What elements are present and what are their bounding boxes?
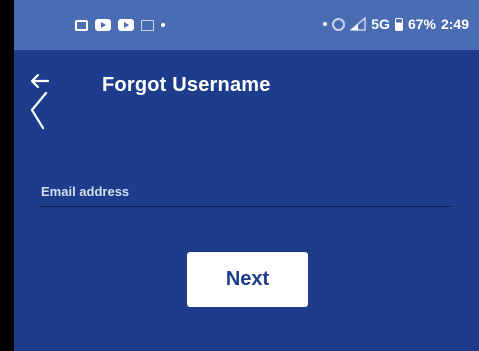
data-saver-icon: [332, 17, 346, 31]
status-time: 2:49: [440, 16, 469, 32]
email-field-underline: [41, 206, 452, 207]
network-type: 5G: [371, 16, 390, 32]
app-bar: Forgot Username: [14, 50, 479, 130]
notification-dot-icon: [323, 22, 328, 26]
youtube-icon: [95, 19, 111, 31]
battery-percent: 67%: [407, 16, 436, 32]
back-button[interactable]: [22, 68, 56, 130]
back-arrow-icon: [30, 73, 50, 130]
page-title: Forgot Username: [102, 74, 271, 96]
status-system-icons: 5G 67% 2:49: [323, 14, 469, 34]
message-icon: [75, 19, 88, 31]
youtube-icon: [118, 19, 134, 31]
gmail-icon: [141, 19, 154, 31]
notification-dot-icon: [161, 23, 165, 27]
battery-icon: [394, 17, 403, 31]
forgot-username-screen: 5G 67% 2:49 Forgot Username Email addres…: [14, 0, 479, 351]
email-field[interactable]: [41, 179, 452, 205]
status-bar: 5G 67% 2:49: [14, 0, 479, 50]
signal-icon: [350, 17, 366, 31]
status-notification-icons: [75, 17, 165, 33]
next-button[interactable]: Next: [187, 252, 308, 307]
